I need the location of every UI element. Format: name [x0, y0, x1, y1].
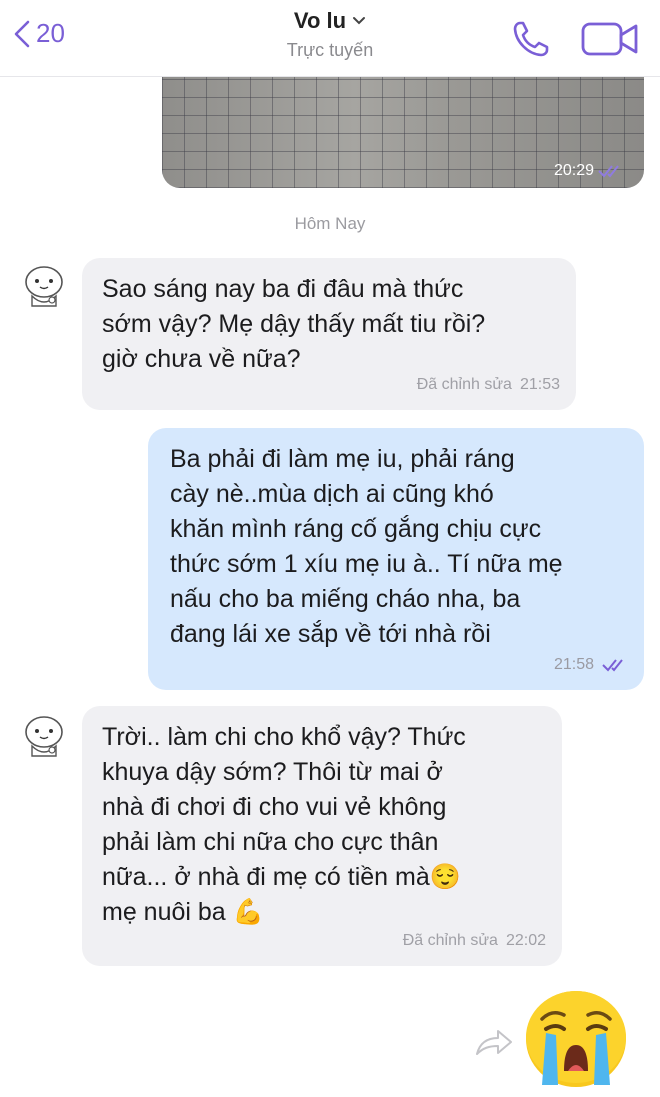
message-text: Ba phải đi làm mẹ iu, phải ráng cày nè..…: [170, 445, 563, 648]
forward-arrow-icon[interactable]: [474, 1028, 514, 1058]
message-meta: 21:58: [554, 647, 628, 682]
call-button[interactable]: [510, 18, 552, 65]
video-call-button[interactable]: [580, 20, 640, 63]
message-meta: Đã chỉnh sửa 22:02: [403, 923, 546, 958]
date-separator: Hôm Nay: [294, 214, 366, 233]
message-time: 21:53: [519, 376, 560, 393]
edited-label: Đã chỉnh sửa: [402, 932, 498, 949]
contact-avatar[interactable]: [20, 712, 68, 760]
incoming-message[interactable]: Trời.. làm chi cho khổ vậy? Thức khuya d…: [82, 706, 562, 966]
photo-message[interactable]: 20:29: [162, 60, 644, 188]
photo-message-meta: 20:29: [554, 162, 624, 180]
message-time: 22:02: [505, 932, 546, 949]
chat-header: 20 Vo lu Trực tuyến: [0, 0, 660, 77]
outgoing-message[interactable]: Ba phải đi làm mẹ iu, phải ráng cày nè..…: [148, 428, 644, 690]
message-meta: Đã chỉnh sửa 21:53: [417, 367, 560, 402]
message-time: 21:58: [553, 656, 594, 673]
double-check-icon: [598, 165, 619, 178]
edited-label: Đã chỉnh sửa: [416, 376, 512, 393]
video-camera-icon: [581, 22, 638, 56]
message-time: 20:29: [553, 162, 594, 179]
contact-avatar[interactable]: [20, 262, 68, 310]
double-check-icon: [602, 658, 623, 671]
phone-icon: [513, 21, 549, 57]
chevron-down-icon: [353, 17, 366, 25]
incoming-message[interactable]: Sao sáng nay ba đi đâu mà thức sớm vậy? …: [82, 258, 576, 410]
crying-face-sticker[interactable]: [520, 985, 632, 1089]
online-status: Trực tuyến: [286, 40, 374, 60]
message-text: Sao sáng nay ba đi đâu mà thức sớm vậy? …: [102, 275, 486, 373]
contact-name-button[interactable]: Vo lu: [294, 8, 366, 34]
contact-name: Vo lu: [293, 8, 347, 33]
message-text: Trời.. làm chi cho khổ vậy? Thức khuya d…: [102, 723, 466, 926]
